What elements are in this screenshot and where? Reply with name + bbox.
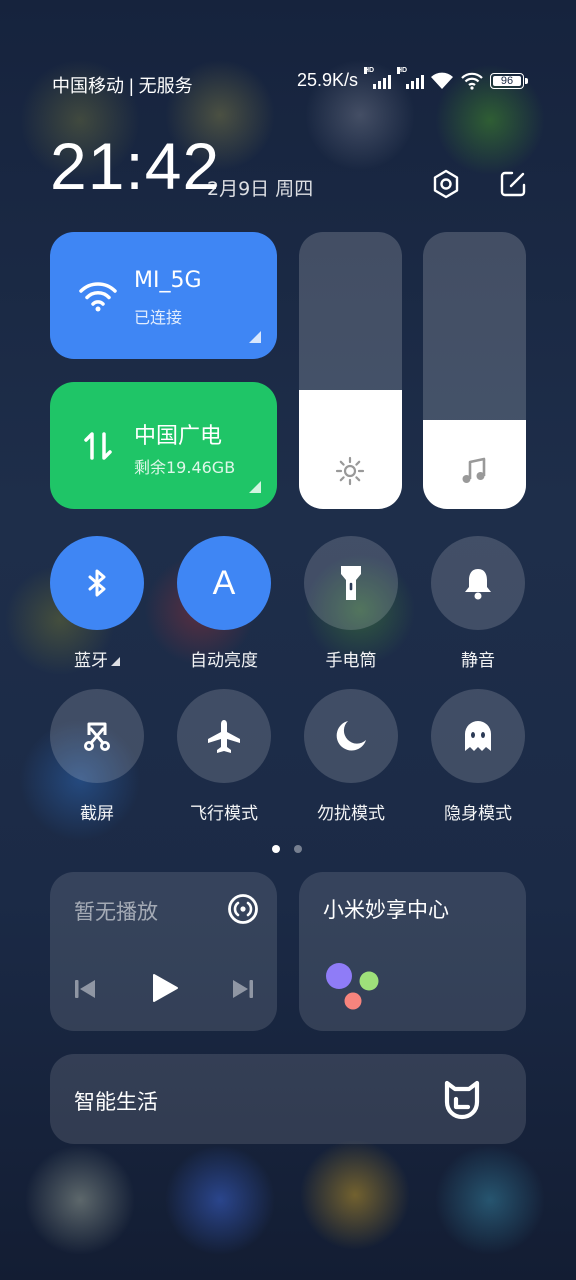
battery-level: 96 <box>500 74 514 87</box>
airplane-button[interactable] <box>177 689 271 783</box>
auto-brightness-button[interactable]: A <box>177 536 271 630</box>
flashlight-toggle[interactable]: 手电筒 <box>303 536 399 671</box>
wifi-status-icon <box>431 72 453 89</box>
screenshot-button[interactable] <box>50 689 144 783</box>
page-dot-active <box>272 845 280 853</box>
wifi-name: MI_5G <box>134 268 202 293</box>
dnd-button[interactable] <box>304 689 398 783</box>
ghost-icon <box>465 721 491 751</box>
moon-icon <box>336 721 366 751</box>
toggle-label: 手电筒 <box>325 651 377 671</box>
page-indicator <box>272 845 302 853</box>
wifi-expand-icon[interactable] <box>249 331 261 343</box>
clock-date[interactable]: 2月9日 周四 <box>207 174 313 201</box>
wifi-status: 已连接 <box>134 308 183 327</box>
silent-button[interactable] <box>431 536 525 630</box>
toggle-label: 截屏 <box>80 804 114 824</box>
signal-icon-1: HD <box>364 66 391 89</box>
incognito-toggle[interactable]: 隐身模式 <box>430 689 526 824</box>
toggle-label: 勿扰模式 <box>317 804 385 824</box>
clock-time[interactable]: 21:42 <box>50 128 220 204</box>
toggle-label: 静音 <box>461 651 495 671</box>
wifi-hotspot-icon <box>461 72 483 90</box>
volume-slider[interactable] <box>423 232 526 509</box>
next-track-icon[interactable] <box>230 976 256 1002</box>
bluetooth-button[interactable] <box>50 536 144 630</box>
media-title: 暂无播放 <box>74 900 158 924</box>
auto-brightness-icon: A <box>212 563 236 602</box>
mobile-data-expand-icon[interactable] <box>249 481 261 493</box>
cast-icon[interactable] <box>226 892 260 926</box>
share-center-title: 小米妙享中心 <box>323 898 449 922</box>
smart-life-card[interactable]: 智能生活 <box>50 1054 526 1144</box>
share-center-card[interactable]: 小米妙享中心 <box>299 872 526 1031</box>
bluetooth-expand-icon[interactable] <box>111 657 120 666</box>
screenshot-toggle[interactable]: 截屏 <box>49 689 145 824</box>
toggle-label: 飞行模式 <box>190 804 258 824</box>
music-note-icon <box>462 457 486 483</box>
bluetooth-toggle[interactable]: 蓝牙 <box>49 536 145 671</box>
status-icons: 25.9K/s HD HD 96 <box>296 66 528 91</box>
carrier-status: 中国移动 | 无服务 <box>52 76 193 96</box>
bell-icon <box>465 569 491 600</box>
network-speed: 25.9K/s <box>296 70 358 90</box>
toggle-label: 蓝牙 <box>49 646 145 671</box>
media-player-card[interactable]: 暂无播放 <box>50 872 277 1031</box>
toggle-label: 隐身模式 <box>444 804 512 824</box>
mobile-carrier: 中国广电 <box>134 424 223 449</box>
brightness-slider[interactable] <box>299 232 402 509</box>
flashlight-icon <box>341 566 361 600</box>
wifi-icon <box>79 282 117 312</box>
airplane-icon <box>208 720 240 753</box>
smart-life-title: 智能生活 <box>74 1090 158 1114</box>
previous-track-icon[interactable] <box>72 976 98 1002</box>
toggle-label: 自动亮度 <box>190 651 258 671</box>
dnd-toggle[interactable]: 勿扰模式 <box>303 689 399 824</box>
data-remaining: 剩余19.46GB <box>134 458 236 477</box>
edit-icon[interactable] <box>495 166 531 202</box>
sun-icon <box>335 456 365 486</box>
wifi-tile[interactable]: MI_5G 已连接 <box>50 232 277 359</box>
auto-brightness-toggle[interactable]: A 自动亮度 <box>176 536 272 671</box>
airplane-toggle[interactable]: 飞行模式 <box>176 689 272 824</box>
play-icon[interactable] <box>150 972 180 1004</box>
bluetooth-icon <box>88 569 106 597</box>
brightness-level <box>299 389 402 509</box>
mijia-logo-icon <box>444 1080 480 1120</box>
incognito-button[interactable] <box>431 689 525 783</box>
share-center-logo-icon <box>326 963 379 1010</box>
page-dot <box>294 845 302 853</box>
signal-icon-2: HD <box>397 66 424 89</box>
settings-icon[interactable] <box>428 166 464 202</box>
flashlight-button[interactable] <box>304 536 398 630</box>
battery-icon: 96 <box>490 72 528 89</box>
data-transfer-icon <box>84 432 112 460</box>
screenshot-icon <box>84 722 110 751</box>
silent-toggle[interactable]: 静音 <box>430 536 526 671</box>
mobile-data-tile[interactable]: 中国广电 剩余19.46GB <box>50 382 277 509</box>
